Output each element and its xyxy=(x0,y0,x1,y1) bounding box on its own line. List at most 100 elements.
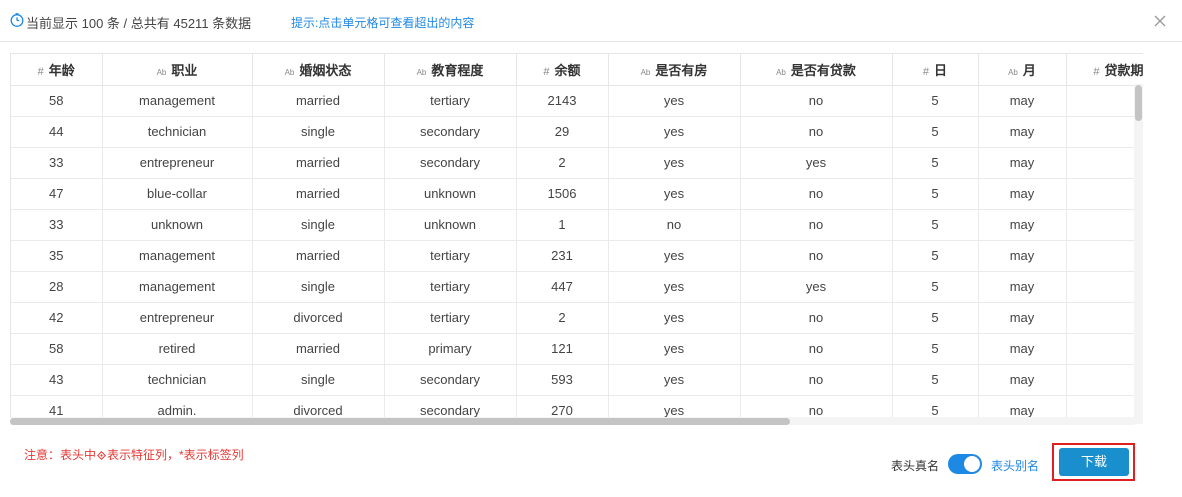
table-cell[interactable]: married xyxy=(252,240,385,272)
table-cell[interactable]: 58 xyxy=(11,333,103,365)
table-cell[interactable]: yes xyxy=(740,271,893,303)
table-cell[interactable]: 44 xyxy=(11,116,103,148)
table-cell[interactable]: single xyxy=(252,364,385,396)
table-cell[interactable]: 217 xyxy=(1066,271,1143,303)
table-cell[interactable]: tertiary xyxy=(384,271,517,303)
table-cell[interactable]: 5 xyxy=(892,333,979,365)
table-cell[interactable]: 231 xyxy=(516,240,609,272)
column-header[interactable]: Ab 职业 xyxy=(102,54,253,86)
table-cell[interactable]: yes xyxy=(608,271,741,303)
vertical-scrollbar-track[interactable] xyxy=(1134,84,1143,424)
table-cell[interactable]: 380 xyxy=(1066,302,1143,334)
table-cell[interactable]: 139 xyxy=(1066,240,1143,272)
table-cell[interactable]: entrepreneur xyxy=(102,147,253,179)
table-cell[interactable]: 76 xyxy=(1066,147,1143,179)
table-cell[interactable]: secondary xyxy=(384,116,517,148)
table-cell[interactable]: yes xyxy=(608,240,741,272)
table-cell[interactable]: may xyxy=(978,178,1067,210)
table-cell[interactable]: no xyxy=(740,178,893,210)
table-cell[interactable]: secondary xyxy=(384,147,517,179)
table-cell[interactable]: tertiary xyxy=(384,240,517,272)
table-cell[interactable]: management xyxy=(102,271,253,303)
table-cell[interactable]: 593 xyxy=(516,364,609,396)
horizontal-scrollbar-thumb[interactable] xyxy=(10,418,790,425)
table-cell[interactable]: unknown xyxy=(384,209,517,241)
column-header[interactable]: Ab 是否有贷款 xyxy=(740,54,893,86)
table-cell[interactable]: no xyxy=(740,209,893,241)
table-cell[interactable]: single xyxy=(252,116,385,148)
table-cell[interactable]: single xyxy=(252,209,385,241)
table-cell[interactable]: 5 xyxy=(892,209,979,241)
table-cell[interactable]: 55 xyxy=(1066,364,1143,396)
column-header[interactable]: Ab 婚姻状态 xyxy=(252,54,385,86)
table-cell[interactable]: no xyxy=(740,240,893,272)
table-cell[interactable]: may xyxy=(978,302,1067,334)
table-cell[interactable]: 1 xyxy=(516,209,609,241)
table-cell[interactable]: management xyxy=(102,240,253,272)
table-cell[interactable]: yes xyxy=(608,178,741,210)
table-cell[interactable]: management xyxy=(102,85,253,117)
table-cell[interactable]: 1506 xyxy=(516,178,609,210)
table-cell[interactable]: may xyxy=(978,364,1067,396)
table-cell[interactable]: 2143 xyxy=(516,85,609,117)
column-header[interactable]: # 贷款期 xyxy=(1066,54,1143,86)
table-cell[interactable]: 5 xyxy=(892,240,979,272)
table-cell[interactable]: may xyxy=(978,333,1067,365)
table-cell[interactable]: 5 xyxy=(892,302,979,334)
table-cell[interactable]: 35 xyxy=(11,240,103,272)
column-header[interactable]: # 余额 xyxy=(516,54,609,86)
table-cell[interactable]: yes xyxy=(608,333,741,365)
table-cell[interactable]: blue-collar xyxy=(102,178,253,210)
table-cell[interactable]: 2 xyxy=(516,302,609,334)
table-cell[interactable]: 5 xyxy=(892,178,979,210)
table-cell[interactable]: 5 xyxy=(892,116,979,148)
table-cell[interactable]: may xyxy=(978,85,1067,117)
table-cell[interactable]: 28 xyxy=(11,271,103,303)
table-cell[interactable]: may xyxy=(978,116,1067,148)
table-cell[interactable]: yes xyxy=(608,364,741,396)
table-cell[interactable]: no xyxy=(740,116,893,148)
column-header[interactable]: Ab 是否有房 xyxy=(608,54,741,86)
table-cell[interactable]: married xyxy=(252,147,385,179)
table-cell[interactable]: unknown xyxy=(384,178,517,210)
table-cell[interactable]: tertiary xyxy=(384,85,517,117)
table-cell[interactable]: yes xyxy=(608,85,741,117)
header-name-toggle[interactable] xyxy=(948,454,982,474)
table-cell[interactable]: married xyxy=(252,85,385,117)
table-cell[interactable]: secondary xyxy=(384,364,517,396)
table-cell[interactable]: may xyxy=(978,209,1067,241)
table-cell[interactable]: may xyxy=(978,271,1067,303)
table-cell[interactable]: yes xyxy=(608,302,741,334)
table-cell[interactable]: yes xyxy=(740,147,893,179)
table-cell[interactable]: technician xyxy=(102,116,253,148)
table-cell[interactable]: 198 xyxy=(1066,209,1143,241)
table-cell[interactable]: 33 xyxy=(11,147,103,179)
table-cell[interactable]: entrepreneur xyxy=(102,302,253,334)
table-cell[interactable]: 5 xyxy=(892,364,979,396)
column-header[interactable]: Ab 月 xyxy=(978,54,1067,86)
data-table-container[interactable]: # 年龄 Ab 职业 Ab 婚姻状态 Ab 教育程度 # 余额 Ab 是否有房 Ab 是否有贷款 # 日 Ab 月… xyxy=(10,53,1143,424)
table-cell[interactable]: 58 xyxy=(11,85,103,117)
table-cell[interactable]: single xyxy=(252,271,385,303)
column-header[interactable]: # 日 xyxy=(892,54,979,86)
table-cell[interactable]: married xyxy=(252,178,385,210)
column-header[interactable]: Ab 教育程度 xyxy=(384,54,517,86)
table-cell[interactable]: 42 xyxy=(11,302,103,334)
table-cell[interactable]: 29 xyxy=(516,116,609,148)
table-cell[interactable]: 447 xyxy=(516,271,609,303)
table-cell[interactable]: 92 xyxy=(1066,178,1143,210)
table-cell[interactable]: 5 xyxy=(892,85,979,117)
table-cell[interactable]: 43 xyxy=(11,364,103,396)
table-cell[interactable]: 5 xyxy=(892,271,979,303)
table-cell[interactable]: 151 xyxy=(1066,116,1143,148)
download-button[interactable]: 下载 xyxy=(1059,448,1129,476)
table-cell[interactable]: no xyxy=(740,85,893,117)
table-cell[interactable]: yes xyxy=(608,147,741,179)
table-cell[interactable]: no xyxy=(740,302,893,334)
table-cell[interactable]: yes xyxy=(608,116,741,148)
table-cell[interactable]: may xyxy=(978,240,1067,272)
table-cell[interactable]: married xyxy=(252,333,385,365)
table-cell[interactable]: may xyxy=(978,147,1067,179)
vertical-scrollbar-thumb[interactable] xyxy=(1135,85,1142,121)
column-header[interactable]: # 年龄 xyxy=(11,54,103,86)
